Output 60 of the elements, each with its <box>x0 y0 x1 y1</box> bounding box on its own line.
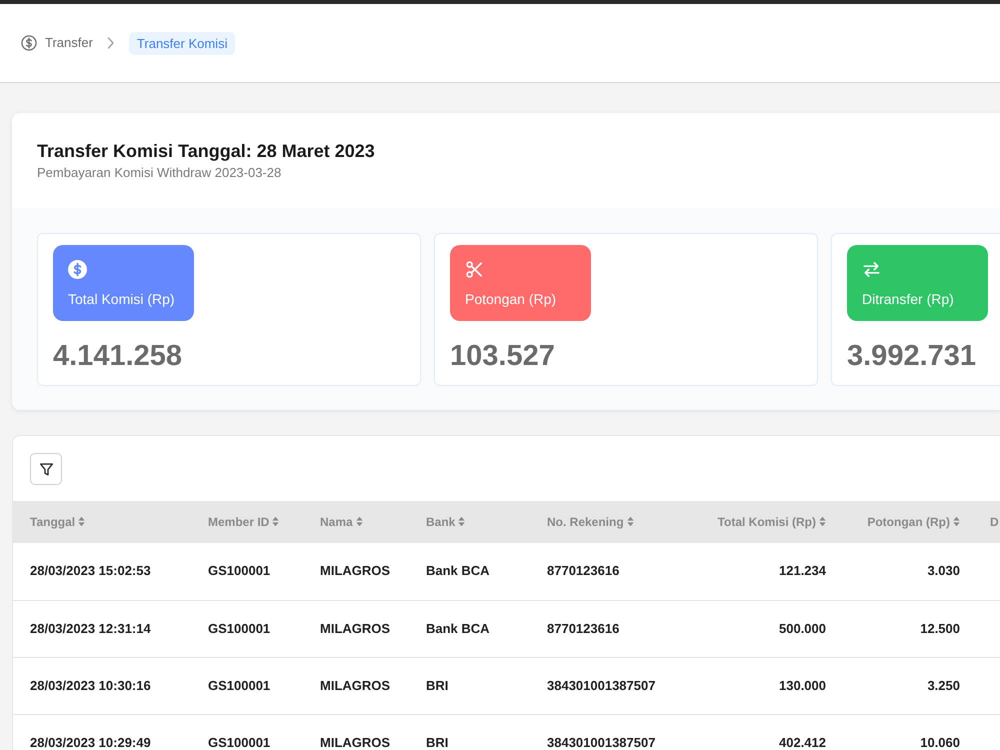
table-cell: BRI <box>409 714 530 750</box>
table-cell: 500.000 <box>660 600 843 657</box>
stat-value: 4.141.258 <box>53 339 182 373</box>
breadcrumb-current: Transfer Komisi <box>128 32 236 54</box>
table-cell: 28/03/2023 10:30:16 <box>13 657 191 714</box>
table-cell: GS100001 <box>191 543 303 600</box>
table-cell: 28/03/2023 15:02:53 <box>13 543 191 600</box>
sort-icon <box>356 516 363 527</box>
dollar-circle-icon <box>21 35 37 51</box>
table-cell: 8770123616 <box>530 543 660 600</box>
table-cell: GS100001 <box>191 600 303 657</box>
sort-icon <box>78 516 86 527</box>
table-cell: MILAGROS <box>303 543 409 600</box>
chevron-right-icon <box>106 37 115 49</box>
column-header: D <box>977 501 1000 543</box>
table-cell: 8770123616 <box>530 600 660 657</box>
table-cell: 402.412 <box>660 714 843 750</box>
table-cell: 384301001387507 <box>530 657 660 714</box>
table-cell: 3.250 <box>843 657 977 714</box>
table-cell: MILAGROS <box>303 714 409 750</box>
page-title: Transfer Komisi Tanggal: 28 Maret 2023 <box>37 140 376 162</box>
dollar-coin-icon <box>68 260 87 279</box>
column-header[interactable]: Bank <box>409 501 530 543</box>
swap-arrows-icon <box>862 260 881 279</box>
table-cell: 12.500 <box>843 600 977 657</box>
stat-label: Potongan (Rp) <box>465 291 558 308</box>
sort-icon <box>272 516 280 527</box>
page-subtitle: Pembayaran Komisi Withdraw 2023-03-28 <box>37 164 282 182</box>
table-cell: Bank BCA <box>409 600 530 657</box>
sort-icon <box>819 516 826 527</box>
table-cell: 3.030 <box>843 543 977 600</box>
table-cell: 384301001387507 <box>530 714 660 750</box>
column-header[interactable]: Potongan (Rp) <box>843 501 977 543</box>
table-cell: MILAGROS <box>303 600 409 657</box>
table-cell: GS100001 <box>191 657 303 714</box>
column-header[interactable]: Tanggal <box>13 501 191 543</box>
table-cell: 10.060 <box>843 714 977 750</box>
table-cell: GS100001 <box>191 714 303 750</box>
filter-button[interactable] <box>30 453 62 485</box>
column-header[interactable]: No. Rekening <box>530 501 660 543</box>
stat-value: 3.992.731 <box>847 339 976 373</box>
table-cell: Bank BCA <box>409 543 530 600</box>
table-cell: BRI <box>409 657 530 714</box>
table-cell: 130.000 <box>660 657 843 714</box>
scissors-icon <box>465 260 484 279</box>
stat-label: Total Komisi (Rp) <box>68 291 176 308</box>
table-cell: 28/03/2023 10:29:49 <box>13 714 191 750</box>
column-header[interactable]: Nama <box>303 501 409 543</box>
sort-icon <box>953 516 960 527</box>
sort-icon <box>626 516 634 527</box>
sort-icon <box>458 516 466 527</box>
table-cell: 28/03/2023 12:31:14 <box>13 600 191 657</box>
breadcrumb-link[interactable]: Transfer <box>21 35 93 51</box>
table-cell: MILAGROS <box>303 657 409 714</box>
stat-value: 103.527 <box>450 339 555 373</box>
column-header[interactable]: Member ID <box>191 501 303 543</box>
filter-icon <box>38 462 54 476</box>
stat-label: Ditransfer (Rp) <box>862 291 955 308</box>
column-header[interactable]: Total Komisi (Rp) <box>660 501 843 543</box>
table-cell: 121.234 <box>660 543 843 600</box>
